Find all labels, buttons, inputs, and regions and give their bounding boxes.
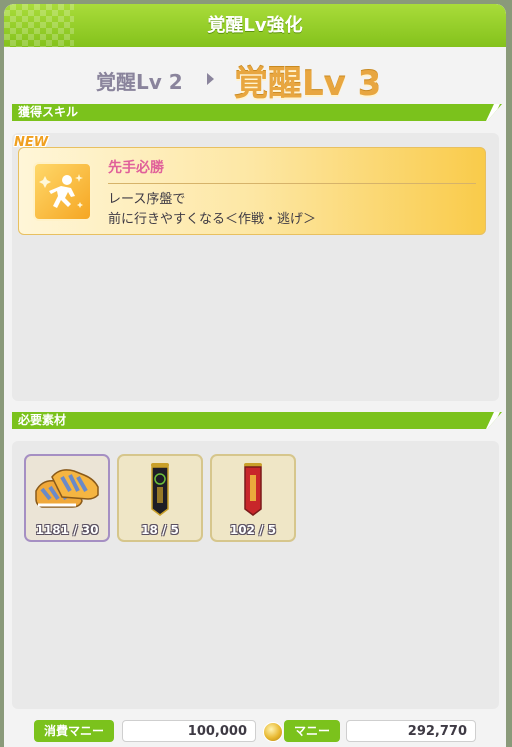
skill-description-line: 前に行きやすくなる＜作戦・逃げ＞: [108, 212, 317, 227]
skill-description-line: レース序盤で: [108, 192, 186, 207]
money-row: 消費マニー 100,000 マニー 292,770: [4, 716, 506, 746]
material-count: 18 / 5: [141, 523, 179, 537]
material-shoes[interactable]: 1181 / 30: [24, 454, 110, 542]
level-change-row: 覚醒Lv 2 覚醒Lv 3: [4, 56, 506, 104]
skill-divider: [108, 183, 476, 184]
black-pennant-icon: [125, 461, 195, 519]
cost-label: 消費マニー: [34, 720, 115, 742]
material-count: 102 / 5: [229, 523, 277, 537]
dialog-header: 覚醒Lv強化: [4, 4, 506, 47]
section-title: 必要素材: [18, 413, 67, 427]
current-level: 覚醒Lv 2: [96, 70, 183, 94]
balance-label: マニー: [284, 720, 341, 742]
coin-icon: [263, 722, 283, 742]
material-black-pennant[interactable]: 18 / 5: [117, 454, 203, 542]
balance-value: 292,770: [346, 720, 476, 742]
header-stripe: [486, 104, 500, 121]
red-pennant-icon: [218, 461, 288, 519]
dialog-title: 覚醒Lv強化: [207, 15, 303, 36]
arrow-right-icon: [207, 73, 214, 85]
header-stripe: [486, 412, 500, 429]
section-title: 獲得スキル: [18, 105, 79, 119]
material-count: 1181 / 30: [35, 523, 99, 537]
new-badge: NEW: [14, 135, 49, 150]
awakening-dialog: 覚醒Lv強化 覚醒Lv 2 覚醒Lv 3 獲得スキル NEW 先手必勝 レース序…: [4, 4, 506, 747]
acquired-skill-section-header: 獲得スキル: [12, 104, 502, 121]
next-level: 覚醒Lv 3: [234, 64, 382, 104]
shoes-icon: [32, 461, 102, 519]
running-skill-icon: [33, 162, 92, 221]
skill-name: 先手必勝: [108, 160, 164, 176]
material-red-pennant[interactable]: 102 / 5: [210, 454, 296, 542]
skill-description: レース序盤で 前に行きやすくなる＜作戦・逃げ＞: [108, 190, 316, 230]
materials-section-header: 必要素材: [12, 412, 502, 429]
cost-value: 100,000: [122, 720, 256, 742]
